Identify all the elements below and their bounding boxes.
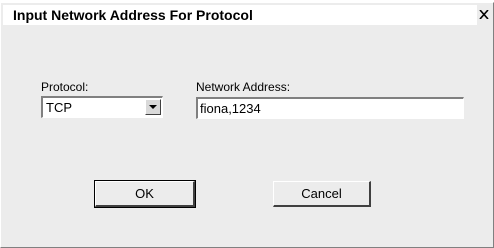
- title-bar[interactable]: Input Network Address For Protocol: [3, 5, 491, 25]
- chevron-down-icon: [149, 105, 157, 109]
- network-address-input[interactable]: fiona,1234: [196, 97, 464, 119]
- close-button[interactable]: [477, 5, 491, 25]
- protocol-dropdown-button[interactable]: [145, 99, 161, 115]
- close-icon: [479, 10, 489, 19]
- network-address-label: Network Address:: [196, 80, 291, 94]
- ok-button[interactable]: OK: [94, 180, 196, 208]
- dialog-title: Input Network Address For Protocol: [13, 7, 253, 23]
- protocol-label: Protocol:: [41, 80, 89, 94]
- cancel-button[interactable]: Cancel: [273, 181, 371, 207]
- input-network-address-dialog: Input Network Address For Protocol Proto…: [0, 2, 494, 248]
- protocol-selected-value: TCP: [46, 100, 72, 115]
- protocol-dropdown[interactable]: TCP: [41, 96, 163, 118]
- network-address-value: fiona,1234: [200, 101, 261, 116]
